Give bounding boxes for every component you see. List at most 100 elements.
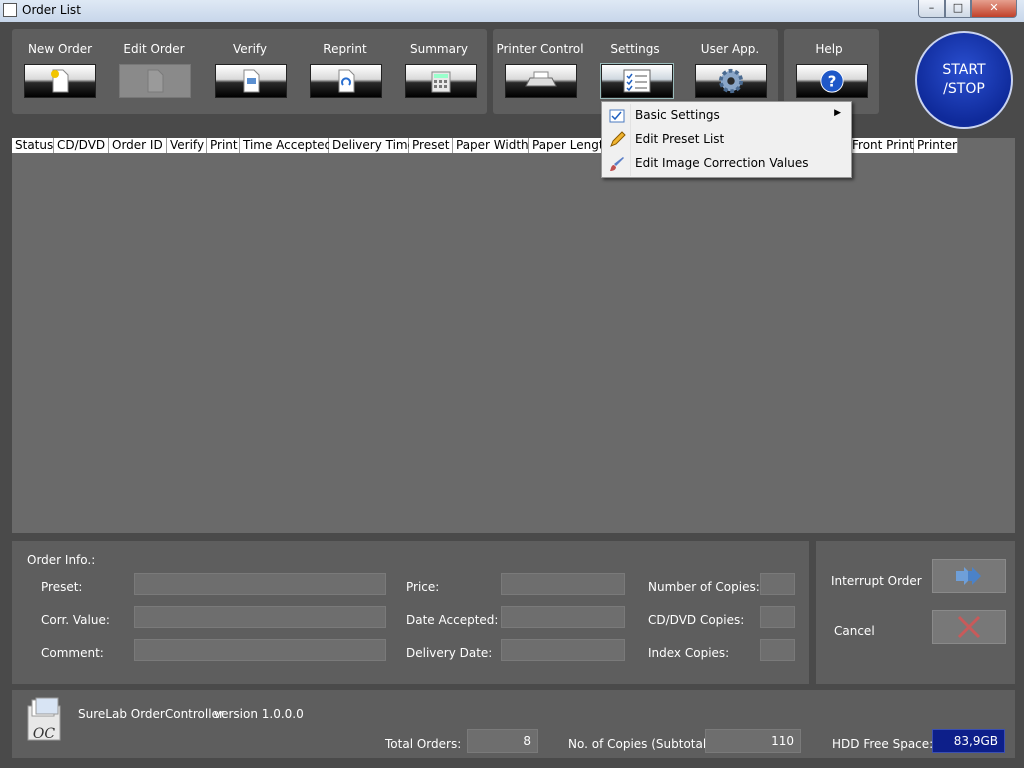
total-orders-label: Total Orders: [385, 737, 462, 751]
date-accepted-field [501, 606, 625, 628]
refresh-document-icon [338, 69, 355, 93]
order-info-heading: Order Info.: [27, 553, 96, 567]
help-label: Help [815, 42, 843, 56]
hdd-free-space-value: 83,9GB [932, 729, 1005, 753]
col-paper-width[interactable]: Paper Width [453, 138, 529, 153]
order-info-panel: Order Info.: Preset: Corr. Value: Commen… [12, 541, 809, 684]
col-order-id[interactable]: Order ID [109, 138, 167, 153]
menu-item-basic-settings[interactable]: Basic Settings ▶ [602, 105, 851, 127]
start-label: START [942, 62, 986, 78]
app-icon [3, 3, 17, 17]
col-time-accepted[interactable]: Time Accepted [240, 138, 332, 153]
cancel-x-icon [957, 615, 981, 639]
cancel-label: Cancel [834, 624, 875, 638]
new-order-button[interactable] [24, 64, 96, 98]
app-name: SureLab OrderController [78, 707, 224, 721]
menu-label: Basic Settings [635, 108, 720, 122]
col-preset[interactable]: Preset [409, 138, 453, 153]
settings-menu: Basic Settings ▶ Edit Preset List Edit I… [601, 101, 852, 178]
settings-label: Settings [610, 42, 660, 56]
price-label: Price: [406, 580, 440, 594]
close-button[interactable]: ✕ [971, 0, 1017, 18]
reprint-label: Reprint [323, 42, 367, 56]
col-verify[interactable]: Verify [167, 138, 207, 153]
interrupt-order-label: Interrupt Order [831, 574, 922, 588]
menu-item-edit-image-correction[interactable]: Edit Image Correction Values [602, 153, 851, 175]
help-button[interactable]: ? [796, 64, 868, 98]
menu-item-edit-preset-list[interactable]: Edit Preset List [602, 129, 851, 151]
col-printer[interactable]: Printer [914, 138, 958, 153]
menu-label: Edit Image Correction Values [635, 156, 809, 170]
menu-label: Edit Preset List [635, 132, 725, 146]
total-orders-value: 8 [467, 729, 538, 753]
preset-label: Preset: [41, 580, 83, 594]
index-copies-field [760, 639, 795, 661]
reprint-button[interactable] [310, 64, 382, 98]
interrupt-order-button[interactable] [932, 559, 1006, 593]
window-title: Order List [22, 3, 81, 17]
number-of-copies-field [760, 573, 795, 595]
maximize-button[interactable]: □ [945, 0, 971, 18]
new-document-icon [51, 69, 69, 93]
minimize-button[interactable]: – [918, 0, 945, 18]
hdd-free-space-label: HDD Free Space: [832, 737, 934, 751]
edit-document-icon [147, 69, 164, 93]
cancel-button[interactable] [932, 610, 1006, 644]
index-copies-label: Index Copies: [648, 646, 730, 660]
col-delivery-time[interactable]: Delivery Time [329, 138, 415, 153]
svg-text:?: ? [828, 73, 837, 91]
document-image-icon [243, 69, 260, 93]
price-field [501, 573, 625, 595]
delivery-date-field [501, 639, 625, 661]
edit-order-label: Edit Order [123, 42, 185, 56]
date-accepted-label: Date Accepted: [406, 613, 499, 627]
col-print[interactable]: Print [207, 138, 240, 153]
edit-order-button[interactable] [119, 64, 191, 98]
start-stop-button[interactable]: START /STOP [915, 31, 1013, 129]
order-toolbar: New Order Edit Order Verify Reprint Summ… [12, 29, 487, 114]
copies-subtotal-value: 110 [705, 729, 801, 753]
app-logo-icon: OC [27, 697, 61, 742]
summary-button[interactable] [405, 64, 477, 98]
verify-label: Verify [232, 42, 268, 56]
app-version: version 1.0.0.0 [214, 707, 304, 721]
double-arrow-icon [956, 567, 981, 585]
new-order-label: New Order [27, 42, 93, 56]
user-app-label: User App. [700, 42, 760, 56]
status-bar: OC SureLab OrderController version 1.0.0… [12, 690, 1015, 758]
gear-icon [718, 68, 744, 94]
corr-value-label: Corr. Value: [41, 613, 110, 627]
cd-dvd-copies-label: CD/DVD Copies: [648, 613, 745, 627]
title-bar: Order List [0, 0, 1024, 22]
col-front-print[interactable]: Front Print [849, 138, 914, 153]
help-icon: ? [820, 69, 844, 93]
printer-control-label: Printer Control [496, 42, 584, 56]
verify-button[interactable] [215, 64, 287, 98]
checklist-icon [609, 109, 625, 123]
stop-label: /STOP [943, 81, 985, 97]
printer-control-button[interactable] [505, 64, 577, 98]
cd-dvd-copies-field [760, 606, 795, 628]
comment-field [134, 639, 386, 661]
pencil-icon [610, 131, 626, 147]
submenu-arrow-icon: ▶ [834, 108, 841, 118]
order-list-grid[interactable]: Status CD/DVD Order ID Verify Print Time… [12, 138, 1015, 533]
copies-subtotal-label: No. of Copies (Subtotal): [568, 737, 715, 751]
col-cd-dvd[interactable]: CD/DVD [54, 138, 109, 153]
comment-label: Comment: [41, 646, 104, 660]
checklist-icon [623, 69, 651, 93]
logo-text: OC [33, 726, 55, 742]
delivery-date-label: Delivery Date: [406, 646, 493, 660]
corr-value-field [134, 606, 386, 628]
user-app-button[interactable] [695, 64, 767, 98]
printer-icon [525, 71, 557, 87]
brush-icon [610, 157, 624, 171]
summary-label: Summary [410, 42, 468, 56]
col-status[interactable]: Status [12, 138, 54, 153]
calculator-icon [431, 71, 451, 93]
col-paper-length[interactable]: Paper Length [529, 138, 611, 153]
number-of-copies-label: Number of Copies: [648, 580, 760, 594]
order-actions-panel: Interrupt Order Cancel [816, 541, 1015, 684]
preset-field [134, 573, 386, 595]
settings-button[interactable] [600, 63, 674, 99]
